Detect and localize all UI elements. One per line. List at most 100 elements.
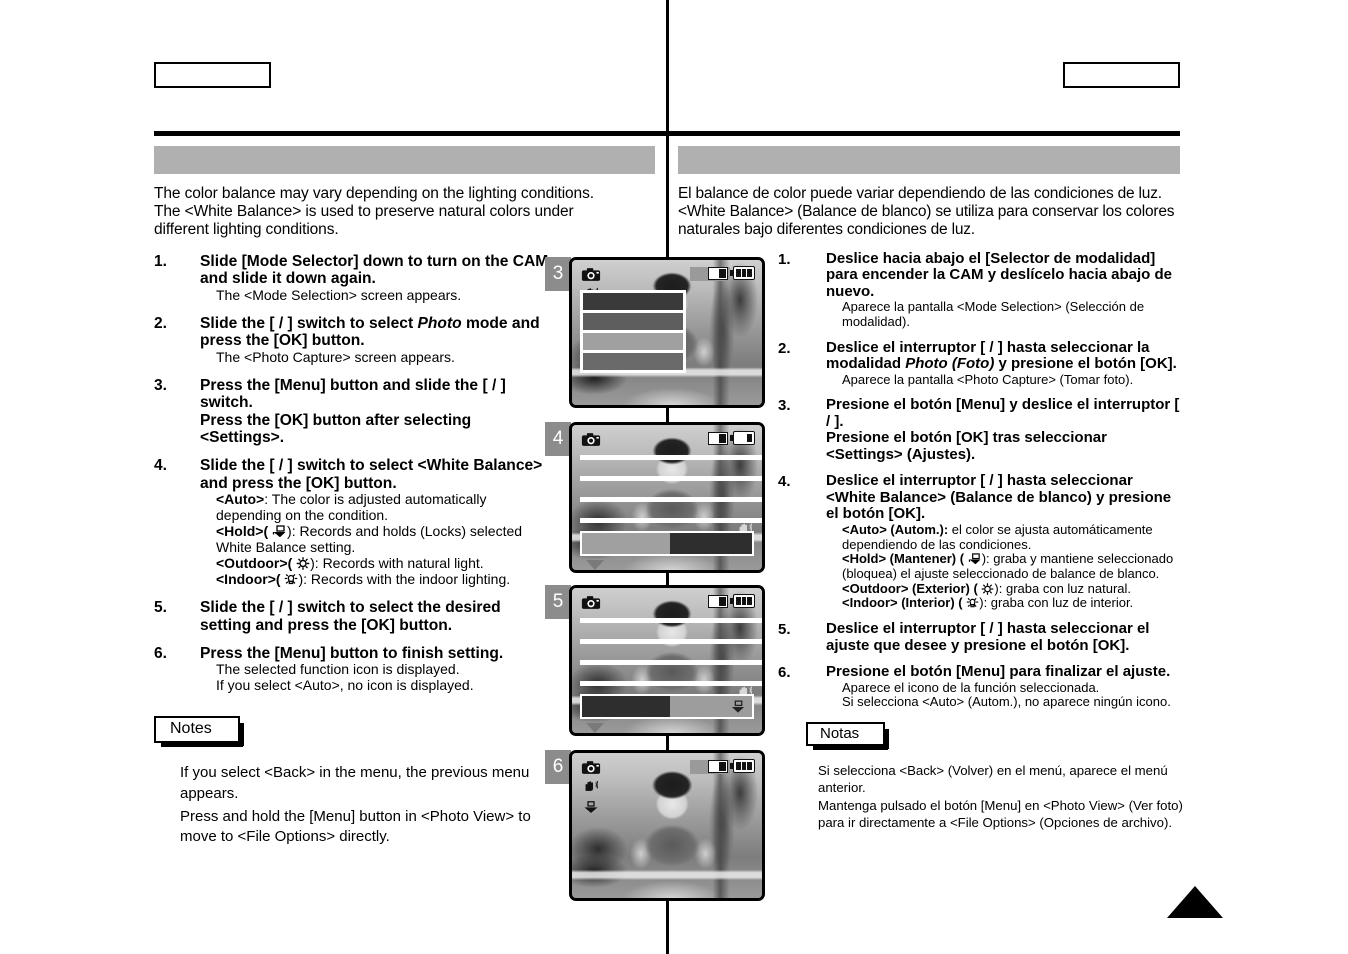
step-number: 2. — [154, 314, 167, 332]
lcd-display — [569, 585, 765, 736]
step-number: 4. — [154, 457, 167, 475]
step-item: 1. Slide [Mode Selector] down to turn on… — [154, 253, 554, 304]
step-item: 6. Press the [Menu] button to finish set… — [154, 645, 554, 694]
option-indoor: <Indoor>( ): Records with the indoor lig… — [216, 571, 511, 588]
option-outdoor-label: <Outdoor> — [216, 555, 288, 572]
lcd-display — [569, 257, 765, 408]
step-title: Deslice hacia abajo el [Selector de moda… — [826, 249, 1172, 300]
menu-item-redacted[interactable] — [580, 497, 762, 502]
battery-icon — [730, 431, 755, 445]
english-step-list: 1. Slide [Mode Selector] down to turn on… — [154, 253, 554, 694]
screen-step-badge: 4 — [545, 422, 571, 456]
sun-icon — [296, 557, 310, 571]
english-column: The color balance may vary depending on … — [154, 185, 594, 848]
menu-item-redacted[interactable] — [580, 518, 762, 523]
menu-item-redacted[interactable] — [583, 313, 683, 330]
menu-item-redacted[interactable] — [583, 333, 683, 350]
note-line: Press and hold the [Menu] button in <Pho… — [180, 807, 531, 846]
note-line: If you select <Back> in the menu, the pr… — [180, 764, 530, 803]
hold-wb-icon — [968, 553, 981, 565]
notes-tag-spanish: Notas — [806, 721, 890, 750]
step-title-line1: Presione el botón [Menu] y deslice el in… — [826, 396, 1180, 430]
photo-mode-icon — [581, 761, 601, 774]
photo-mode-icon — [581, 268, 601, 281]
step-number: 5. — [778, 621, 791, 639]
step-title-line1: Press the [Menu] button and slide the [ … — [200, 376, 506, 412]
bottom-bar-left-redacted[interactable] — [582, 696, 671, 717]
memory-card-icon — [708, 267, 728, 280]
menu-item-redacted[interactable] — [580, 618, 762, 623]
option-outdoor-text: ): graba con luz natural. — [994, 580, 1131, 596]
lcd-menu-panel — [580, 290, 686, 373]
memory-card-icon — [708, 595, 728, 608]
menu-item-redacted[interactable] — [580, 660, 762, 665]
step-title-pre: Slide the [ / ] switch to select — [200, 314, 418, 332]
menu-item-redacted[interactable] — [580, 476, 762, 481]
step-number: 1. — [154, 252, 167, 270]
bottom-bar-left-redacted[interactable] — [582, 533, 671, 554]
option-indoor-text: ): Records with the indoor lighting. — [298, 571, 511, 588]
option-auto: <Auto> (Autom.): el color se ajusta auto… — [826, 521, 1180, 552]
hold-wb-icon — [584, 801, 598, 813]
menu-item-redacted[interactable] — [583, 353, 683, 370]
menu-item-redacted[interactable] — [580, 681, 762, 686]
step-item: 2. Slide the [ / ] switch to select Phot… — [154, 315, 554, 366]
step-item: 3. Press the [Menu] button and slide the… — [154, 377, 554, 447]
step-subtext: The <Photo Capture> screen appears. — [216, 348, 455, 365]
header-box-right — [1063, 62, 1180, 88]
menu-item-redacted[interactable] — [580, 455, 762, 460]
screen-step-badge: 5 — [545, 585, 571, 619]
battery-icon — [730, 759, 755, 773]
menu-item-redacted[interactable] — [580, 639, 762, 644]
bottom-bar-right-redacted[interactable] — [670, 696, 752, 717]
bottom-bar-right-redacted[interactable] — [670, 533, 752, 554]
hold-wb-icon — [731, 700, 745, 713]
english-intro: The color balance may vary depending on … — [154, 185, 594, 238]
lcd-osd — [572, 753, 762, 898]
step-number: 5. — [154, 599, 167, 617]
step-title: Presione el botón [Menu] para finalizar … — [826, 663, 1171, 681]
photo-mode-icon — [581, 596, 601, 609]
option-indoor-text: ): graba con luz de interior. — [979, 595, 1134, 611]
step-number: 6. — [778, 664, 791, 682]
step-title-line2: Presione el botón [OK] tras seleccionar … — [826, 429, 1107, 463]
lcd-osd — [572, 588, 762, 733]
step-number: 2. — [778, 339, 791, 357]
step-item: 6. Presione el botón [Menu] para finaliz… — [778, 664, 1180, 710]
screen-step-badge: 3 — [545, 257, 571, 291]
header-box-left — [154, 62, 271, 88]
step-number: 3. — [778, 397, 791, 415]
option-hold: <Hold> (Mantener) ( ): graba y mantiene … — [826, 551, 1180, 581]
section-title-right — [678, 146, 1180, 174]
menu-item-redacted[interactable] — [583, 293, 683, 310]
step-subtext: Aparece la pantalla <Photo Capture> (Tom… — [842, 371, 1134, 387]
option-indoor: <Indoor> (Interior) ( ): graba con luz d… — [826, 596, 1180, 611]
lcd-bottom-bar — [580, 531, 754, 556]
step-title: Press the [Menu] button to finish settin… — [200, 644, 504, 662]
option-auto: <Auto>: The color is adjusted automatica… — [200, 491, 554, 524]
note-line: Si selecciona <Back> (Volver) en el menú… — [818, 762, 1168, 796]
option-indoor-label: <Indoor> — [216, 571, 276, 588]
step-title: Deslice el interruptor [ / ] hasta selec… — [826, 472, 1172, 523]
option-auto-label: <Auto> — [216, 491, 265, 508]
step-subtext: If you select <Auto>, no icon is display… — [216, 677, 474, 694]
scroll-down-arrow-icon — [586, 723, 604, 733]
photo-mode-icon — [581, 433, 601, 446]
step-item: 5. Deslice el interruptor [ / ] hasta se… — [778, 620, 1180, 654]
memory-card-icon — [708, 432, 728, 445]
screen-step-badge: 6 — [545, 750, 571, 784]
step-title-line2: Press the [OK] button after selecting <S… — [200, 411, 472, 446]
option-outdoor: <Outdoor>( ): Records with natural light… — [216, 555, 484, 572]
step-title-emphasis: Photo — [417, 314, 462, 332]
option-auto-label: <Auto> (Autom.): — [842, 521, 949, 537]
option-outdoor-text: ): Records with natural light. — [310, 555, 484, 572]
step-item: 1. Deslice hacia abajo el [Selector de m… — [778, 249, 1180, 330]
hold-wb-icon — [272, 525, 286, 538]
lcd-osd — [572, 425, 762, 570]
page-continues-triangle-icon — [1167, 886, 1223, 918]
header-rule — [154, 131, 1180, 136]
bulb-icon — [966, 598, 979, 608]
option-hold: <Hold>( ): Records and holds (Locks) sel… — [216, 523, 523, 556]
step-title: Deslice el interruptor [ / ] hasta selec… — [826, 620, 1150, 654]
spanish-step-list: 1. Deslice hacia abajo el [Selector de m… — [778, 249, 1180, 710]
